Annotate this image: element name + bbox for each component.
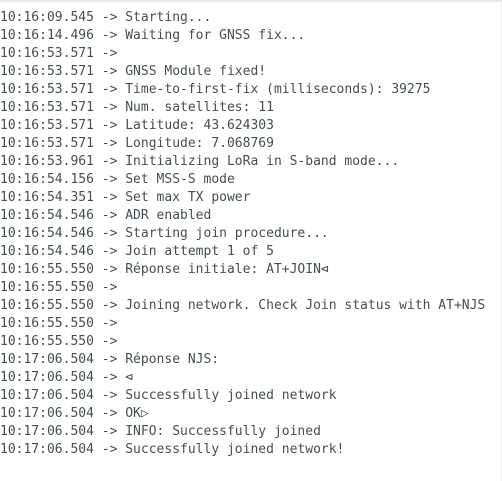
- log-message: ADR enabled: [125, 208, 212, 223]
- log-timestamp: 10:16:54.546: [0, 244, 94, 259]
- log-line: 10:16:09.545 -> Starting...: [0, 9, 502, 27]
- log-timestamp: 10:17:06.504: [0, 442, 94, 457]
- log-message: OK▷: [125, 406, 149, 421]
- log-separator: ->: [93, 46, 126, 61]
- log-message: Successfully joined network!: [125, 442, 345, 457]
- log-line: 10:16:54.546 -> Starting join procedure.…: [0, 225, 502, 243]
- log-timestamp: 10:16:14.496: [0, 28, 94, 43]
- log-line: 10:16:55.550 ->: [0, 333, 502, 351]
- log-timestamp: 10:16:53.571: [0, 46, 94, 61]
- log-line: 10:16:53.571 -> Latitude: 43.624303: [0, 117, 502, 135]
- log-timestamp: 10:16:54.546: [0, 226, 94, 241]
- log-line: 10:16:53.571 ->: [0, 45, 502, 63]
- log-message: ⊲: [125, 370, 134, 385]
- log-line: 10:17:06.504 -> Successfully joined netw…: [0, 441, 502, 459]
- log-separator: ->: [93, 424, 126, 439]
- log-timestamp: 10:16:54.351: [0, 190, 94, 205]
- log-timestamp: 10:16:54.156: [0, 172, 94, 187]
- log-line: 10:16:54.351 -> Set max TX power: [0, 189, 502, 207]
- log-timestamp: 10:16:09.545: [0, 10, 94, 25]
- log-separator: ->: [93, 442, 126, 457]
- log-message: Num. satellites: 11: [125, 100, 274, 115]
- log-timestamp: 10:16:55.550: [0, 298, 94, 313]
- log-separator: ->: [93, 298, 126, 313]
- log-message: Successfully joined network: [125, 388, 337, 403]
- log-message: Starting join procedure...: [125, 226, 329, 241]
- log-line: 10:17:06.504 -> ⊲: [0, 369, 502, 387]
- log-line: 10:16:53.571 -> Time-to-first-fix (milli…: [0, 81, 502, 99]
- log-timestamp: 10:17:06.504: [0, 406, 94, 421]
- log-message: Set max TX power: [125, 190, 251, 205]
- log-timestamp: 10:16:53.571: [0, 64, 94, 79]
- log-line: 10:16:53.961 -> Initializing LoRa in S-b…: [0, 153, 502, 171]
- log-separator: ->: [93, 154, 126, 169]
- log-separator: ->: [93, 100, 126, 115]
- log-timestamp: 10:17:06.504: [0, 424, 94, 439]
- log-message: Latitude: 43.624303: [125, 118, 274, 133]
- log-separator: ->: [93, 388, 126, 403]
- serial-log: 10:16:09.545 -> Starting... 10:16:14.496 …: [0, 9, 502, 459]
- log-timestamp: 10:16:53.571: [0, 118, 94, 133]
- log-timestamp: 10:17:06.504: [0, 352, 94, 367]
- log-separator: ->: [93, 316, 126, 331]
- log-separator: ->: [93, 190, 126, 205]
- log-separator: ->: [93, 370, 126, 385]
- log-separator: ->: [93, 352, 126, 367]
- log-message: Time-to-first-fix (milliseconds): 39275: [125, 82, 431, 97]
- log-timestamp: 10:16:55.550: [0, 316, 94, 331]
- serial-monitor-output[interactable]: 10:16:09.545 -> Starting... 10:16:14.496 …: [0, 0, 502, 481]
- log-timestamp: 10:16:53.571: [0, 100, 94, 115]
- log-message: Longitude: 7.068769: [125, 136, 274, 151]
- log-separator: ->: [93, 28, 126, 43]
- log-line: 10:16:14.496 -> Waiting for GNSS fix...: [0, 27, 502, 45]
- log-separator: ->: [93, 208, 126, 223]
- log-timestamp: 10:16:53.571: [0, 82, 94, 97]
- log-separator: ->: [93, 10, 126, 25]
- log-line: 10:17:06.504 -> INFO: Successfully joine…: [0, 423, 502, 441]
- log-line: 10:16:55.550 ->: [0, 315, 502, 333]
- log-message: Waiting for GNSS fix...: [125, 28, 306, 43]
- log-line: 10:16:55.550 -> Réponse initiale: AT+JOI…: [0, 261, 502, 279]
- log-separator: ->: [93, 82, 126, 97]
- log-timestamp: 10:16:55.550: [0, 280, 94, 295]
- log-separator: ->: [93, 244, 126, 259]
- log-separator: ->: [93, 280, 126, 295]
- log-line: 10:16:54.546 -> ADR enabled: [0, 207, 502, 225]
- log-message: Joining network. Check Join status with …: [125, 298, 486, 313]
- log-line: 10:17:06.504 -> OK▷: [0, 405, 502, 423]
- log-message: Starting...: [125, 10, 212, 25]
- log-separator: ->: [93, 406, 126, 421]
- log-timestamp: 10:17:06.504: [0, 388, 94, 403]
- log-line: 10:16:55.550 ->: [0, 279, 502, 297]
- log-message: Réponse NJS:: [125, 352, 220, 367]
- log-timestamp: 10:16:55.550: [0, 262, 94, 277]
- log-separator: ->: [93, 172, 126, 187]
- log-separator: ->: [93, 64, 126, 79]
- log-separator: ->: [93, 136, 126, 151]
- log-line: 10:16:53.571 -> GNSS Module fixed!: [0, 63, 502, 81]
- log-message: INFO: Successfully joined: [125, 424, 321, 439]
- log-line: 10:16:55.550 -> Joining network. Check J…: [0, 297, 502, 315]
- log-line: 10:16:54.156 -> Set MSS-S mode: [0, 171, 502, 189]
- log-timestamp: 10:17:06.504: [0, 370, 94, 385]
- log-separator: ->: [93, 262, 126, 277]
- log-message: Initializing LoRa in S-band mode...: [125, 154, 400, 169]
- log-message: Réponse initiale: AT+JOIN⊲: [125, 262, 329, 277]
- log-message: Set MSS-S mode: [125, 172, 235, 187]
- log-separator: ->: [93, 334, 126, 349]
- log-timestamp: 10:16:54.546: [0, 208, 94, 223]
- log-separator: ->: [93, 118, 126, 133]
- log-timestamp: 10:16:55.550: [0, 334, 94, 349]
- log-line: 10:17:06.504 -> Réponse NJS:: [0, 351, 502, 369]
- log-message: Join attempt 1 of 5: [125, 244, 274, 259]
- log-line: 10:16:53.571 -> Longitude: 7.068769: [0, 135, 502, 153]
- log-line: 10:16:54.546 -> Join attempt 1 of 5: [0, 243, 502, 261]
- log-separator: ->: [93, 226, 126, 241]
- log-timestamp: 10:16:53.571: [0, 136, 94, 151]
- log-line: 10:16:53.571 -> Num. satellites: 11: [0, 99, 502, 117]
- log-timestamp: 10:16:53.961: [0, 154, 94, 169]
- log-message: GNSS Module fixed!: [125, 64, 267, 79]
- log-line: 10:17:06.504 -> Successfully joined netw…: [0, 387, 502, 405]
